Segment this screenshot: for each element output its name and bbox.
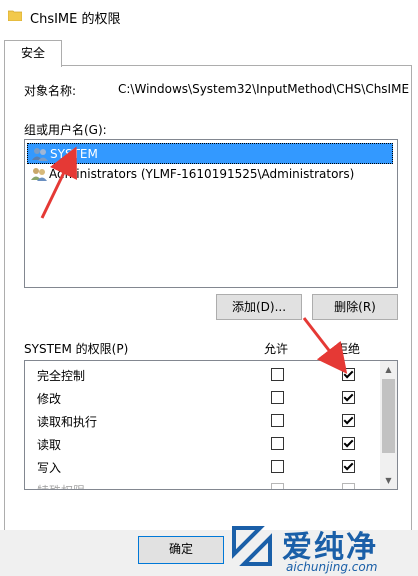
allow-checkbox[interactable] [271,483,284,489]
users-icon [31,168,47,181]
scroll-thumb[interactable] [382,379,395,453]
deny-checkbox[interactable] [342,460,355,473]
permission-row-modify: 修改 [25,386,380,409]
remove-button[interactable]: 删除(R) [312,294,398,320]
deny-checkbox[interactable] [342,437,355,450]
permission-row-read-execute: 读取和执行 [25,409,380,432]
users-icon [32,148,48,161]
allow-checkbox[interactable] [271,437,284,450]
tab-security[interactable]: 安全 [4,40,62,67]
window-title: ChsIME 的权限 [30,12,121,27]
group-users-label: 组或用户名(G): [24,123,107,137]
deny-checkbox[interactable] [342,483,355,489]
deny-column-header: 拒绝 [336,342,361,356]
permission-row-write: 写入 [25,455,380,478]
deny-checkbox[interactable] [342,414,355,427]
watermark-logo-icon [232,526,272,566]
permissions-scrollbar[interactable]: ▲ ▼ [380,361,397,489]
deny-checkbox[interactable] [342,368,355,381]
allow-checkbox[interactable] [271,460,284,473]
list-item-system[interactable]: SYSTEM [27,143,393,164]
scroll-up-icon[interactable]: ▲ [380,361,397,378]
allow-checkbox[interactable] [271,368,284,381]
permission-row-read: 读取 [25,432,380,455]
watermark: 爱纯净 aichunjing.com [226,520,418,576]
group-users-listbox[interactable]: SYSTEM Administrators (YLMF-1610191525\A… [24,139,398,288]
permission-row-special: 特殊权限 [25,478,380,489]
permission-row-full-control: 完全控制 [25,363,380,386]
list-item-administrators[interactable]: Administrators (YLMF-1610191525\Administ… [27,164,393,185]
allow-checkbox[interactable] [271,414,284,427]
scroll-down-icon[interactable]: ▼ [380,472,397,489]
ok-button[interactable]: 确定 [138,536,224,564]
allow-checkbox[interactable] [271,391,284,404]
add-button[interactable]: 添加(D)... [216,294,302,320]
permissions-list: 完全控制 修改 读取和执行 读取 写入 特殊权限 ▲ ▼ [24,360,398,490]
title-bar[interactable]: ChsIME 的权限 [0,0,418,34]
watermark-url: aichunjing.com [286,560,378,574]
object-name-value: C:\Windows\System32\InputMethod\CHS\ChsI… [118,82,410,96]
allow-column-header: 允许 [264,342,289,356]
folder-icon [8,10,22,21]
permissions-title: SYSTEM 的权限(P) [24,342,129,356]
object-name-label: 对象名称: [24,84,77,98]
deny-checkbox[interactable] [342,391,355,404]
